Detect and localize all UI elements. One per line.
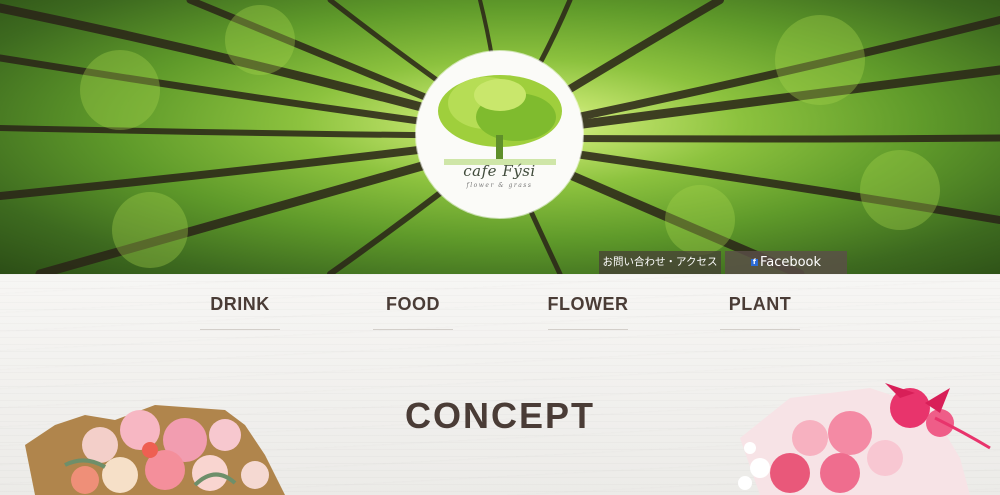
nav-item-flower[interactable]: FLOWER [533, 294, 643, 315]
facebook-icon: f [750, 258, 758, 266]
nav-item-drink[interactable]: DRINK [185, 294, 295, 315]
nav-underline [548, 329, 628, 330]
nav-underline [373, 329, 453, 330]
tree-logo-icon [438, 75, 562, 165]
bouquet-right-image [738, 383, 991, 495]
nav-underline [200, 329, 280, 330]
nav-item-food[interactable]: FOOD [358, 294, 468, 315]
contact-access-button[interactable]: お問い合わせ・アクセス [599, 251, 721, 274]
nav-item-plant[interactable]: PLANT [705, 294, 815, 315]
logo-name: cafe Fýsi [463, 162, 536, 180]
facebook-label: Facebook [759, 255, 822, 270]
facebook-button[interactable]: f Facebook [725, 251, 847, 274]
hero-forest-banner: cafe Fýsi flower & grass お問い合わせ・アクセス f Fa… [0, 0, 1000, 274]
cafe-logo[interactable]: cafe Fýsi flower & grass [416, 51, 583, 218]
bouquet-left-image [25, 405, 285, 495]
nav-underline [720, 329, 800, 330]
section-title-concept: CONCEPT [404, 395, 595, 436]
logo-tagline: flower & grass [466, 182, 533, 189]
